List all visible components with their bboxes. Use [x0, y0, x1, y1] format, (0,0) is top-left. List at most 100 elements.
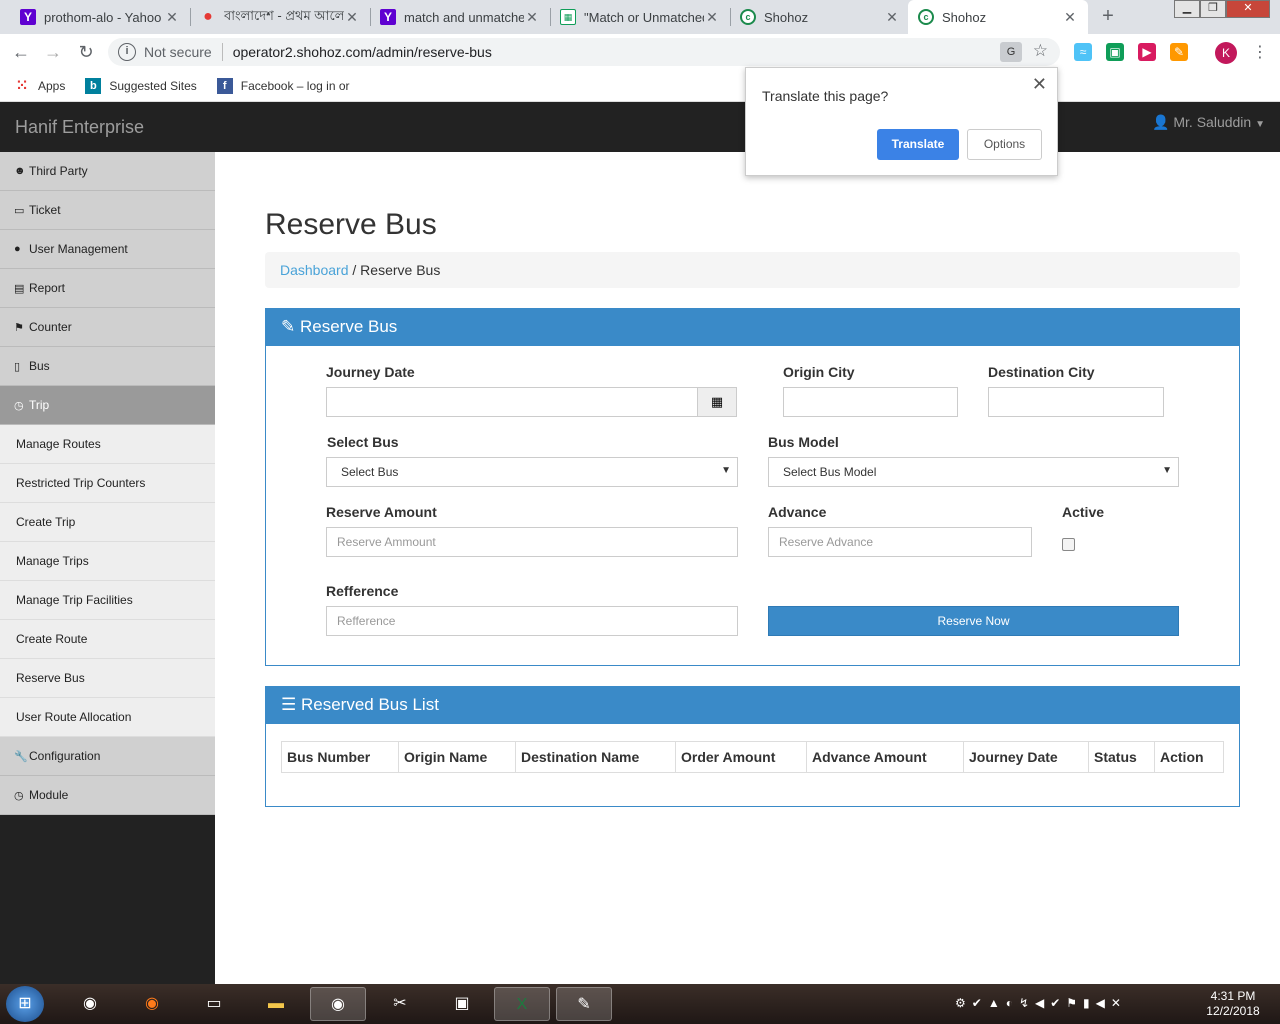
col-journey-date[interactable]: Journey Date [963, 741, 1089, 773]
col-order-amount[interactable]: Order Amount [675, 741, 807, 773]
journey-date-input[interactable] [326, 387, 698, 417]
profile-avatar[interactable]: K [1215, 42, 1237, 64]
reference-input[interactable]: Refference [326, 606, 738, 636]
reserve-amount-input[interactable]: Reserve Ammount [326, 527, 738, 557]
destination-city-input[interactable] [988, 387, 1164, 417]
browser-tab[interactable]: Y prothom-alo - Yahoo ✕ [10, 0, 190, 34]
sidebar-item-report[interactable]: ▤ Report [0, 269, 215, 308]
user-menu[interactable]: 👤 Mr. Saluddin ▼ [1152, 114, 1265, 131]
windows-taskbar: ⊞ ◉ ◉ ▭ ▬ ◉ ✂ ▣ X ✎ ⚙✔▲◐↯◀✔⚑▮◀✕ 4:31 PM … [0, 984, 1280, 1024]
bookmark-star-icon[interactable]: ☆ [1033, 41, 1048, 61]
brand[interactable]: Hanif Enterprise [15, 117, 144, 138]
close-tab-icon[interactable]: ✕ [884, 9, 900, 26]
firefox-taskbar-icon[interactable]: ◉ [124, 987, 180, 1021]
close-tab-icon[interactable]: ✕ [164, 9, 180, 26]
translate-button[interactable]: Translate [877, 129, 959, 160]
translate-icon[interactable]: G [1000, 42, 1022, 62]
sidebar-item-configuration[interactable]: 🔧 Configuration [0, 737, 215, 776]
bus-model-dropdown[interactable]: Select Bus Model ▼ [768, 457, 1179, 487]
active-checkbox[interactable] [1062, 538, 1075, 551]
sidebar-item-counter[interactable]: ⚑ Counter [0, 308, 215, 347]
maximize-button[interactable]: ❐ [1200, 0, 1226, 18]
close-tab-icon[interactable]: ✕ [344, 9, 360, 26]
select-bus-dropdown[interactable]: Select Bus ▼ [326, 457, 738, 487]
extension-icon[interactable]: ▣ [1106, 43, 1124, 61]
network-taskbar-icon[interactable]: ▣ [434, 987, 490, 1021]
sidebar-item-user-management[interactable]: ● User Management [0, 230, 215, 269]
new-tab-button[interactable]: + [1096, 5, 1120, 29]
sidebar-subitem-reserve-bus[interactable]: Reserve Bus [0, 659, 215, 698]
sidebar-subitem-manage-trips[interactable]: Manage Trips [0, 542, 215, 581]
extension-icon[interactable]: ▶ [1138, 43, 1156, 61]
close-tab-icon[interactable]: ✕ [1062, 9, 1078, 26]
window-controls: ▁ ❐ ✕ [1174, 0, 1270, 18]
folder-taskbar-icon[interactable]: ▬ [248, 987, 304, 1021]
origin-city-input[interactable] [783, 387, 958, 417]
list-panel-header: ☰ Reserved Bus List [266, 687, 1239, 724]
address-bar[interactable]: i Not secure operator2.shohoz.com/admin/… [108, 38, 1060, 66]
col-status[interactable]: Status [1088, 741, 1155, 773]
chrome-active-taskbar-icon[interactable]: ◉ [310, 987, 366, 1021]
col-origin-name[interactable]: Origin Name [398, 741, 516, 773]
sidebar-subitem-user-route-allocation[interactable]: User Route Allocation [0, 698, 215, 737]
bookmark-facebook[interactable]: f Facebook – log in or [216, 77, 350, 94]
sidebar-item-ticket[interactable]: ▭ Ticket [0, 191, 215, 230]
browser-tab[interactable]: c Shohoz ✕ [730, 0, 910, 34]
paint-taskbar-icon[interactable]: ✎ [556, 987, 612, 1021]
reserve-now-button[interactable]: Reserve Now [768, 606, 1179, 636]
computer-taskbar-icon[interactable]: ▭ [186, 987, 242, 1021]
col-bus-number[interactable]: Bus Number [281, 741, 399, 773]
windows-start-button[interactable]: ⊞ [6, 986, 44, 1022]
forward-button[interactable]: → [40, 40, 66, 66]
close-tab-icon[interactable]: ✕ [704, 9, 720, 26]
snipping-tool-taskbar-icon[interactable]: ✂ [372, 987, 428, 1021]
calendar-icon[interactable]: ▦ [697, 387, 737, 417]
reference-label: Refference [326, 583, 399, 599]
minimize-button[interactable]: ▁ [1174, 0, 1200, 18]
sidebar-item-bus[interactable]: ▯ Bus [0, 347, 215, 386]
sidebar-subitem-restricted-trip-counters[interactable]: Restricted Trip Counters [0, 464, 215, 503]
extension-icon[interactable]: ✎ [1170, 43, 1188, 61]
sidebar-item-trip[interactable]: ◷ Trip [0, 386, 215, 425]
chevron-down-icon: ▼ [721, 465, 731, 476]
reload-button[interactable]: ↻ [73, 40, 99, 66]
excel-taskbar-icon[interactable]: X [494, 987, 550, 1021]
reserve-amount-label: Reserve Amount [326, 504, 437, 520]
back-button[interactable]: ← [8, 40, 34, 66]
clock-date: 12/2/2018 [1206, 1004, 1260, 1018]
col-destination-name[interactable]: Destination Name [515, 741, 676, 773]
browser-tab[interactable]: ▦ "Match or Unmatched ✕ [550, 0, 730, 34]
close-icon[interactable]: ✕ [1032, 74, 1047, 95]
col-advance-amount[interactable]: Advance Amount [806, 741, 964, 773]
bookmark-suggested-sites[interactable]: b Suggested Sites [85, 77, 197, 94]
browser-tab-active[interactable]: c Shohoz ✕ [908, 0, 1088, 34]
browser-menu-icon[interactable]: ⋮ [1252, 42, 1268, 62]
extension-icon[interactable]: ≈ [1074, 43, 1092, 61]
close-tab-icon[interactable]: ✕ [524, 9, 540, 26]
browser-tab[interactable]: ● বাংলাদেশ - প্রথম আলো ✕ [190, 0, 370, 34]
advance-input[interactable]: Reserve Advance [768, 527, 1032, 557]
clock-time: 4:31 PM [1210, 989, 1256, 1003]
window-close-button[interactable]: ✕ [1226, 0, 1270, 18]
reserve-panel-header: ✎ Reserve Bus [266, 309, 1239, 346]
apps-grid-icon: ⁙ [16, 77, 28, 93]
sidebar-subitem-manage-routes[interactable]: Manage Routes [0, 425, 215, 464]
system-tray[interactable]: ⚙✔▲◐↯◀✔⚑▮◀✕ [955, 996, 1127, 1010]
url-text[interactable]: operator2.shohoz.com/admin/reserve-bus [233, 44, 492, 60]
chrome-taskbar-icon[interactable]: ◉ [62, 987, 118, 1021]
omnibox-divider [221, 43, 223, 61]
sidebar-item-third-party[interactable]: ☻ Third Party [0, 152, 215, 191]
bookmark-apps[interactable]: ⁙ Apps [14, 77, 65, 94]
info-icon[interactable]: i [118, 43, 136, 61]
destination-city-label: Destination City [988, 364, 1095, 380]
breadcrumb-dashboard-link[interactable]: Dashboard [280, 262, 349, 278]
col-action[interactable]: Action [1154, 741, 1224, 773]
sidebar-item-module[interactable]: ◷ Module [0, 776, 215, 815]
sidebar-subitem-create-trip[interactable]: Create Trip [0, 503, 215, 542]
sidebar-subitem-create-route[interactable]: Create Route [0, 620, 215, 659]
browser-tab[interactable]: Y match and unmatched ✕ [370, 0, 550, 34]
taskbar-clock[interactable]: 4:31 PM 12/2/2018 [1198, 989, 1268, 1019]
sidebar-subitem-manage-trip-facilities[interactable]: Manage Trip Facilities [0, 581, 215, 620]
bus-model-label: Bus Model [768, 434, 839, 450]
options-button[interactable]: Options [967, 129, 1042, 160]
